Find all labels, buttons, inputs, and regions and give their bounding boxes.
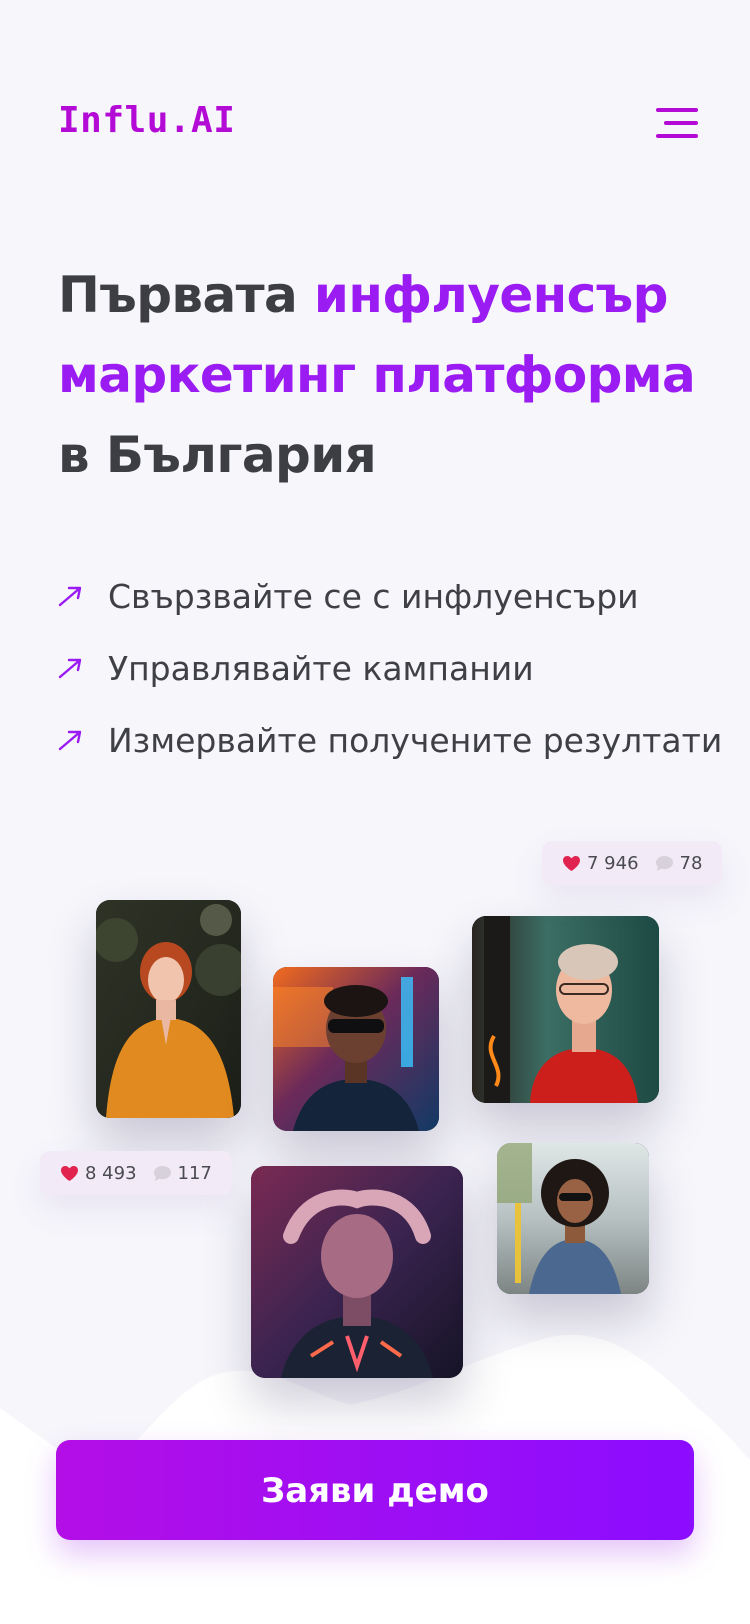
hero-title: Първата инфлуенсър маркетинг платформа в…	[58, 255, 738, 495]
influencer-photo	[251, 1166, 463, 1378]
influencer-photo	[472, 916, 659, 1103]
influencer-photo	[497, 1143, 649, 1294]
arrow-up-right-icon	[58, 586, 82, 607]
hamburger-menu-icon[interactable]	[648, 104, 698, 142]
hero-title-part1: Първата	[58, 266, 314, 324]
likes-count: 8 493	[85, 1162, 137, 1184]
request-demo-button[interactable]: Заяви демо	[56, 1440, 694, 1540]
feature-item: Управлявайте кампании	[56, 632, 736, 704]
menu-bar	[656, 134, 698, 138]
comments-count: 117	[177, 1162, 212, 1184]
hero-title-part2: в България	[58, 426, 377, 484]
menu-bar	[656, 108, 698, 112]
post-stats: 7 946 78	[542, 841, 723, 885]
comment-icon	[153, 1165, 171, 1181]
heart-icon	[61, 1165, 78, 1181]
menu-bar	[664, 121, 698, 125]
arrow-up-right-icon	[58, 730, 82, 751]
heart-icon	[563, 855, 580, 871]
feature-label: Управлявайте кампании	[108, 648, 534, 688]
likes-count: 7 946	[587, 852, 639, 874]
feature-item: Измервайте получените резултати	[56, 704, 736, 776]
feature-item: Свързвайте се с инфлуенсъри	[56, 560, 736, 632]
arrow-up-right-icon	[58, 658, 82, 679]
influencer-photo	[273, 967, 439, 1131]
feature-label: Свързвайте се с инфлуенсъри	[108, 576, 639, 616]
feature-label: Измервайте получените резултати	[108, 720, 723, 760]
comment-icon	[655, 855, 673, 871]
features-list: Свързвайте се с инфлуенсъри Управлявайте…	[56, 560, 736, 776]
comments-count: 78	[679, 852, 703, 874]
logo[interactable]: Influ.AI	[58, 100, 235, 141]
influencer-photo	[96, 900, 241, 1118]
post-stats: 8 493 117	[40, 1151, 232, 1195]
